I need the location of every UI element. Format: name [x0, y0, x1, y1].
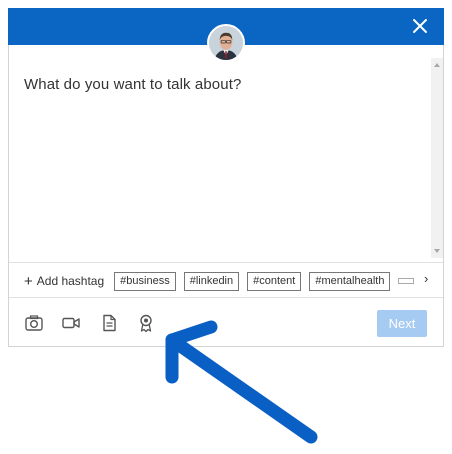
hashtag-chip-partial[interactable] [398, 278, 415, 284]
add-hashtag-button[interactable]: + Add hashtag [24, 274, 104, 289]
chevron-right-icon[interactable]: › [424, 271, 428, 286]
document-icon[interactable] [99, 313, 119, 333]
text-scrollbar[interactable] [431, 58, 443, 258]
divider [9, 262, 443, 263]
next-button[interactable]: Next [377, 310, 427, 337]
post-text-input[interactable]: What do you want to talk about? [24, 76, 241, 93]
close-icon[interactable] [410, 16, 430, 36]
plus-icon: + [24, 272, 33, 290]
divider [9, 297, 443, 298]
avatar [207, 24, 245, 62]
hashtag-bar: + Add hashtag #business #linkedin #conte… [24, 271, 422, 291]
hashtag-chip-business[interactable]: #business [114, 271, 176, 291]
award-ribbon-icon[interactable] [136, 313, 156, 333]
video-camera-icon[interactable] [61, 313, 81, 333]
hashtag-chip-content[interactable]: #content [247, 271, 302, 291]
hashtag-chip-linkedin[interactable]: #linkedin [183, 271, 240, 291]
scroll-up-icon[interactable] [434, 63, 440, 67]
camera-icon[interactable] [24, 313, 44, 333]
add-hashtag-label: Add hashtag [36, 274, 105, 288]
hashtag-chip-mentalhealth[interactable]: #mentalhealth [309, 271, 391, 291]
scroll-down-icon[interactable] [434, 249, 440, 253]
